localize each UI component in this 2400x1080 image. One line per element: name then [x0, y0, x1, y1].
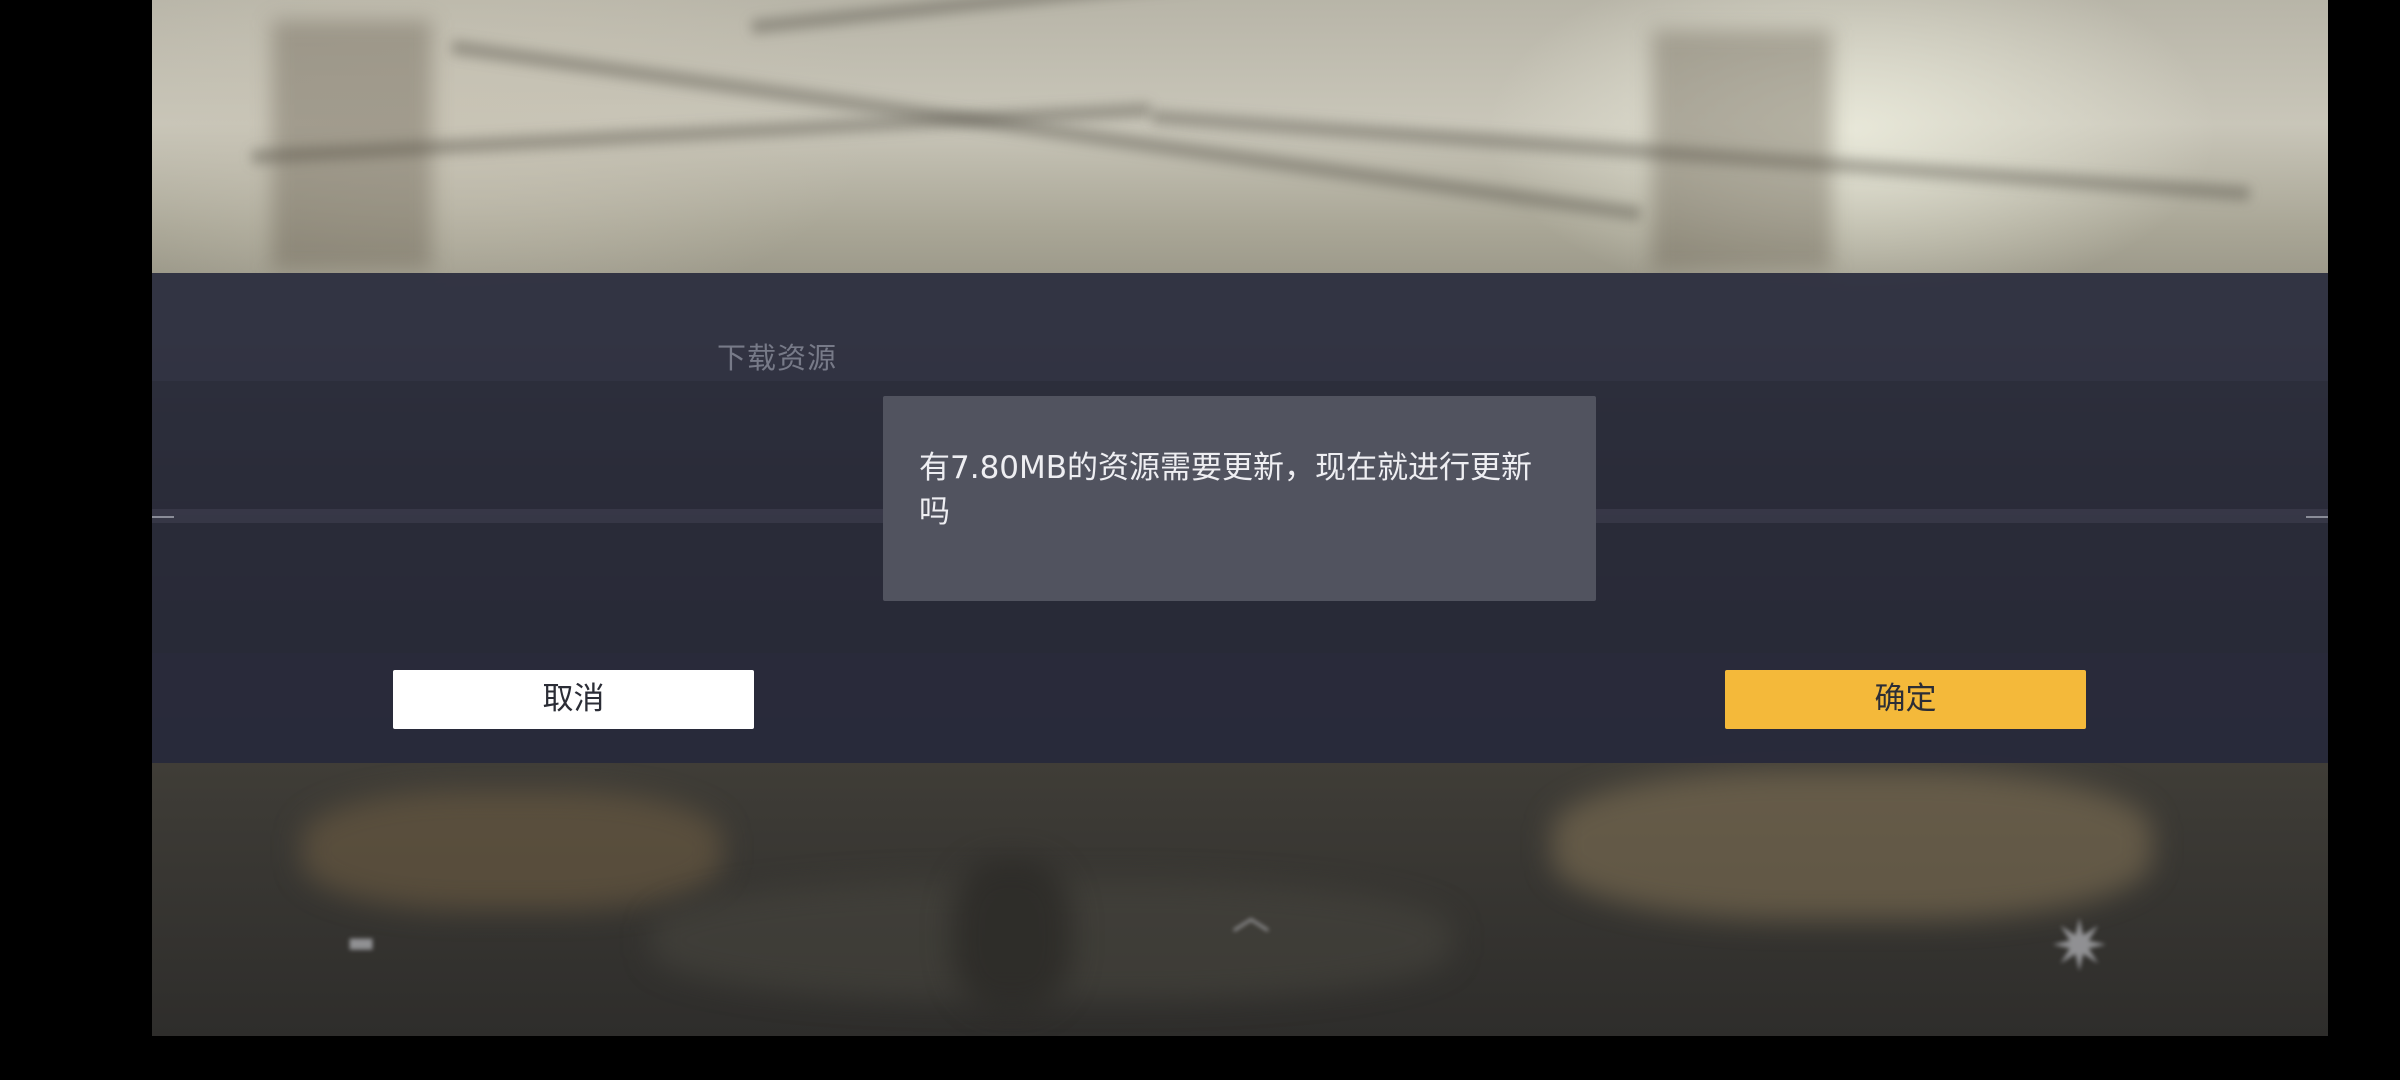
confirm-button[interactable]: 确定 [1725, 670, 2086, 729]
hud-dot: ▬ [347, 925, 376, 960]
divider-tick-right [2306, 516, 2328, 518]
star-icon: ✷ [2050, 905, 2109, 987]
arrow-up-icon: ︿ [1232, 894, 1271, 938]
background-wall [1552, 770, 2152, 920]
message-box: 有7.80MB的资源需要更新，现在就进行更新吗 [883, 396, 1596, 601]
background-pillar [272, 20, 432, 270]
background-beam [751, 0, 2046, 34]
dialog-title: 下载资源 [717, 341, 838, 375]
divider-tick-left [152, 516, 174, 518]
background-pillar [1652, 30, 1832, 270]
cancel-button[interactable]: 取消 [393, 670, 754, 729]
background-character [952, 860, 1072, 1010]
dialog-header: 下载资源 [152, 273, 2328, 381]
update-message: 有7.80MB的资源需要更新，现在就进行更新吗 [919, 450, 1533, 530]
screen: ▬ ︿ ✷ 下载资源 有7.80MB的资源需要更新，现在就进行更新吗 取消 确定 [0, 0, 2400, 1080]
background-crates [302, 790, 722, 910]
